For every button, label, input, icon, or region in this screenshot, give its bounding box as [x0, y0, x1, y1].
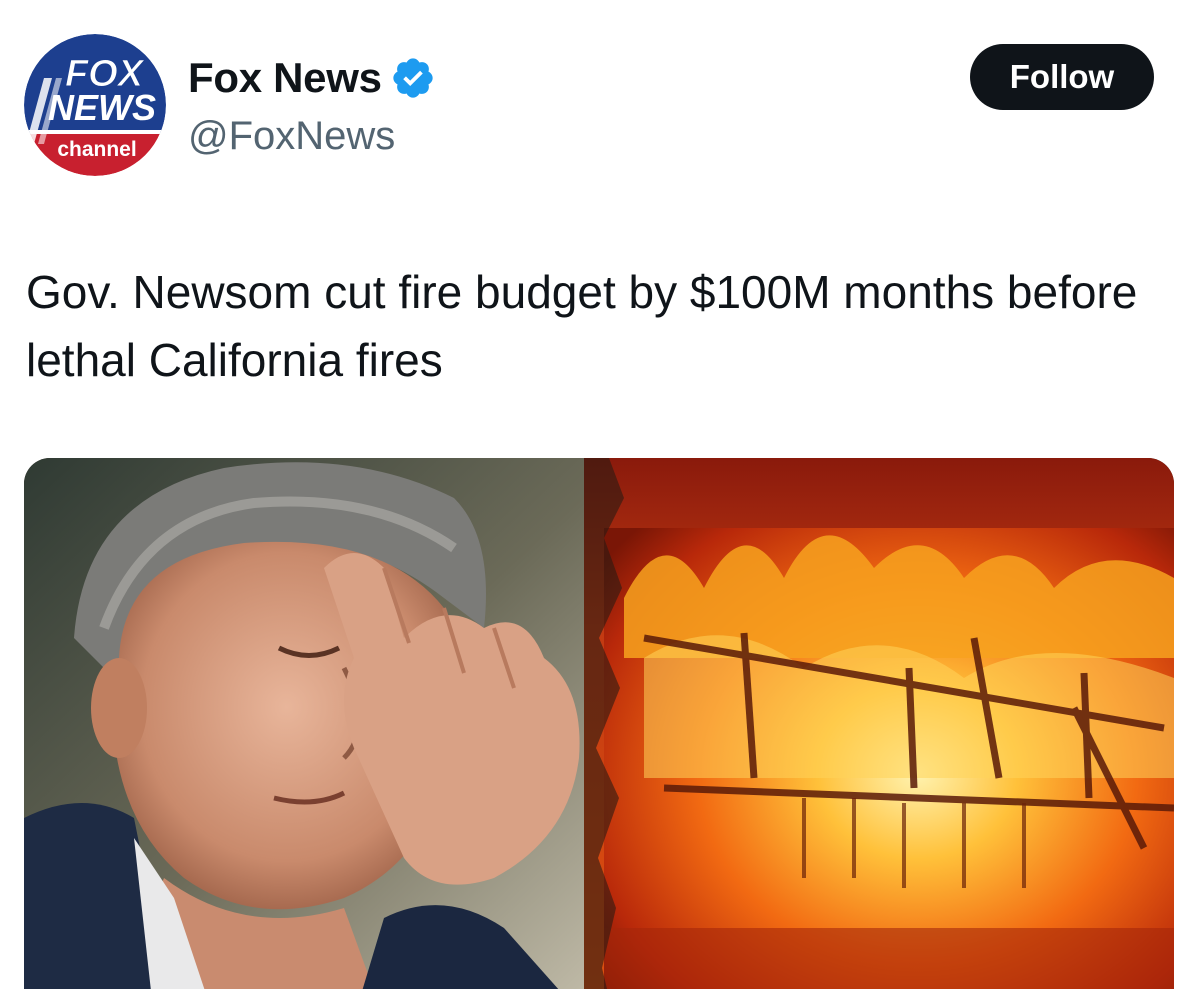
display-name[interactable]: Fox News	[188, 54, 382, 102]
svg-text:NEWS: NEWS	[48, 87, 156, 128]
author-names: Fox News @FoxNews	[188, 52, 436, 159]
fox-news-logo: FOX NEWS channel	[24, 34, 166, 176]
tweet-text: Gov. Newsom cut fire budget by $100M mon…	[26, 266, 1138, 386]
photo-image	[24, 458, 1174, 989]
author-handle[interactable]: @FoxNews	[188, 114, 436, 159]
verified-badge-icon[interactable]	[390, 55, 436, 101]
display-name-row: Fox News	[188, 52, 436, 104]
follow-button[interactable]: Follow	[970, 44, 1154, 110]
tweet-header: FOX NEWS channel Fox News @FoxNews Follo…	[0, 0, 1200, 200]
svg-text:channel: channel	[57, 138, 136, 161]
tweet-media-photo[interactable]	[24, 458, 1174, 989]
avatar[interactable]: FOX NEWS channel	[24, 34, 166, 176]
